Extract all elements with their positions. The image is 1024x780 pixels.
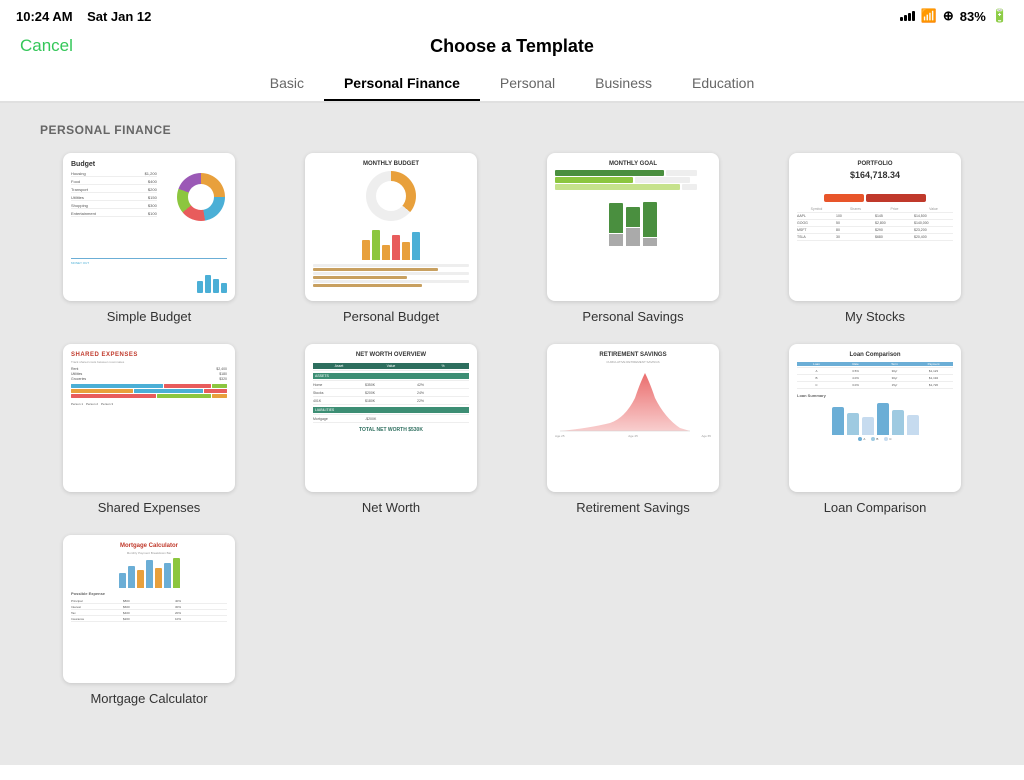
- template-item-simple-budget[interactable]: Budget Housing$1,200 Food$400 Transport$…: [40, 153, 258, 324]
- status-right: 📶 ⊕ 83% 🔋: [900, 8, 1008, 24]
- template-thumb-my-stocks: PORTFOLIO $164,718.34 Symbol Shares Pric…: [789, 153, 961, 301]
- date-display: Sat Jan 12: [87, 9, 151, 24]
- template-label-simple-budget: Simple Budget: [107, 309, 192, 324]
- template-item-net-worth[interactable]: NET WORTH OVERVIEW Asset Value % ASSETS: [282, 344, 500, 515]
- header: Cancel Choose a Template Basic Personal …: [0, 28, 1024, 103]
- template-item-personal-savings[interactable]: MONTHLY GOAL: [524, 153, 742, 324]
- template-item-personal-budget[interactable]: MONTHLY BUDGET: [282, 153, 500, 324]
- template-thumb-retirement-savings: RETIREMENT SAVINGS CUMULATIVE RETIREMENT…: [547, 344, 719, 492]
- main-content: PERSONAL FINANCE Budget Housing$1,200 Fo…: [0, 103, 1024, 765]
- tab-basic[interactable]: Basic: [250, 67, 324, 101]
- template-thumb-shared-expenses: SHARED EXPENSES Track shared costs betwe…: [63, 344, 235, 492]
- template-label-loan-comparison: Loan Comparison: [824, 500, 927, 515]
- template-item-retirement-savings[interactable]: RETIREMENT SAVINGS CUMULATIVE RETIREMENT…: [524, 344, 742, 515]
- status-bar: 10:24 AM Sat Jan 12 📶 ⊕ 83% 🔋: [0, 0, 1024, 28]
- location-icon: ⊕: [943, 8, 954, 24]
- template-label-net-worth: Net Worth: [362, 500, 420, 515]
- template-label-personal-budget: Personal Budget: [343, 309, 439, 324]
- time-display: 10:24 AM: [16, 9, 73, 24]
- template-item-my-stocks[interactable]: PORTFOLIO $164,718.34 Symbol Shares Pric…: [766, 153, 984, 324]
- cancel-button[interactable]: Cancel: [20, 36, 73, 56]
- template-label-my-stocks: My Stocks: [845, 309, 905, 324]
- template-thumb-loan-comparison: Loan Comparison Loan Rate Term Payment A…: [789, 344, 961, 492]
- template-label-mortgage-calculator: Mortgage Calculator: [90, 691, 207, 706]
- template-thumb-net-worth: NET WORTH OVERVIEW Asset Value % ASSETS: [305, 344, 477, 492]
- tab-business[interactable]: Business: [575, 67, 672, 101]
- section-title: PERSONAL FINANCE: [40, 123, 984, 137]
- tab-personal-finance[interactable]: Personal Finance: [324, 67, 480, 101]
- template-thumb-simple-budget: Budget Housing$1,200 Food$400 Transport$…: [63, 153, 235, 301]
- template-item-shared-expenses[interactable]: SHARED EXPENSES Track shared costs betwe…: [40, 344, 258, 515]
- battery-display: 83%: [960, 9, 986, 24]
- signal-icon: [900, 11, 915, 21]
- tab-bar: Basic Personal Finance Personal Business…: [0, 67, 1024, 102]
- template-label-shared-expenses: Shared Expenses: [98, 500, 201, 515]
- page-title: Choose a Template: [0, 36, 1024, 67]
- wifi-icon: 📶: [921, 8, 937, 24]
- tab-education[interactable]: Education: [672, 67, 774, 101]
- battery-icon: 🔋: [992, 8, 1008, 24]
- template-thumb-mortgage-calculator: Mortgage Calculator Monthly Payment Brea…: [63, 535, 235, 683]
- template-thumb-personal-budget: MONTHLY BUDGET: [305, 153, 477, 301]
- template-label-retirement-savings: Retirement Savings: [576, 500, 689, 515]
- template-label-personal-savings: Personal Savings: [582, 309, 683, 324]
- tab-personal[interactable]: Personal: [480, 67, 575, 101]
- template-item-mortgage-calculator[interactable]: Mortgage Calculator Monthly Payment Brea…: [40, 535, 258, 706]
- template-thumb-personal-savings: MONTHLY GOAL: [547, 153, 719, 301]
- status-time: 10:24 AM Sat Jan 12: [16, 9, 151, 24]
- template-grid: Budget Housing$1,200 Food$400 Transport$…: [40, 153, 984, 706]
- template-item-loan-comparison[interactable]: Loan Comparison Loan Rate Term Payment A…: [766, 344, 984, 515]
